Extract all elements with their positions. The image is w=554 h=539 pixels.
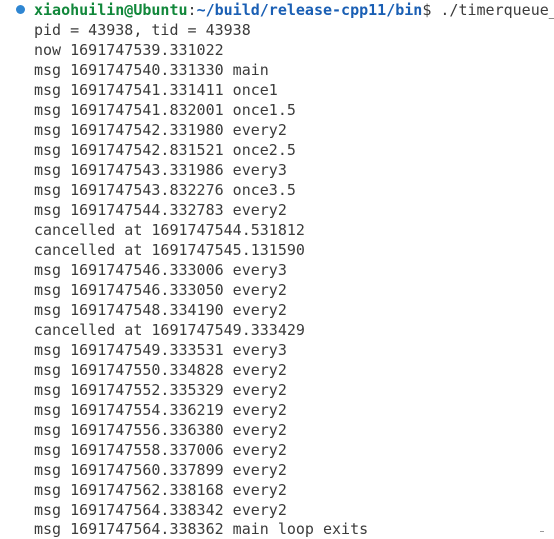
prompt-text: xiaohuilin@Ubuntu:~/build/release-cpp11/… (34, 0, 554, 20)
output-line: msg 1691747560.337899 every2 (34, 461, 287, 479)
output-line: msg 1691747552.335329 every2 (34, 381, 287, 399)
output-line: msg 1691747540.331330 main (34, 61, 269, 79)
status-dot-icon (16, 5, 25, 14)
cursor-mark (540, 531, 544, 532)
output-line: msg 1691747558.337006 every2 (34, 441, 287, 459)
output-line: msg 1691747541.331411 once1 (34, 81, 278, 99)
output-line: msg 1691747542.831521 once2.5 (34, 141, 296, 159)
prompt-line: xiaohuilin@Ubuntu:~/build/release-cpp11/… (0, 0, 554, 20)
output-line: msg 1691747546.333006 every3 (34, 261, 287, 279)
output-line: msg 1691747542.331980 every2 (34, 121, 287, 139)
output-line: now 1691747539.331022 (34, 41, 224, 59)
output-line: msg 1691747544.332783 every2 (34, 201, 287, 219)
output-line: msg 1691747549.333531 every3 (34, 341, 287, 359)
output-line: msg 1691747562.338168 every2 (34, 481, 287, 499)
output-line: msg 1691747546.333050 every2 (34, 281, 287, 299)
prompt-command: ./timerqueue_ (431, 1, 554, 19)
terminal-panel[interactable]: xiaohuilin@Ubuntu:~/build/release-cpp11/… (0, 0, 554, 539)
output-line: msg 1691747543.832276 once3.5 (34, 181, 296, 199)
output-line: msg 1691747556.336380 every2 (34, 421, 287, 439)
output-line: cancelled at 1691747549.333429 (34, 321, 305, 339)
output-line: msg 1691747564.338362 main loop exits (34, 520, 369, 538)
output-line: msg 1691747554.336219 every2 (34, 401, 287, 419)
output-line: msg 1691747548.334190 every2 (34, 301, 287, 319)
output-line: msg 1691747541.832001 once1.5 (34, 101, 296, 119)
output-line: cancelled at 1691747544.531812 (34, 221, 305, 239)
output-line: cancelled at 1691747545.131590 (34, 241, 305, 259)
prompt-separator: : (187, 1, 197, 19)
output-line: msg 1691747564.338342 every2 (34, 501, 287, 519)
prompt-path: ~/build/release-cpp11/bin (196, 1, 423, 19)
output-line: pid = 43938, tid = 43938 (34, 21, 251, 39)
prompt-user-host: xiaohuilin@Ubuntu (34, 1, 188, 19)
output-line: msg 1691747543.331986 every3 (34, 161, 287, 179)
output-line: msg 1691747550.334828 every2 (34, 361, 287, 379)
